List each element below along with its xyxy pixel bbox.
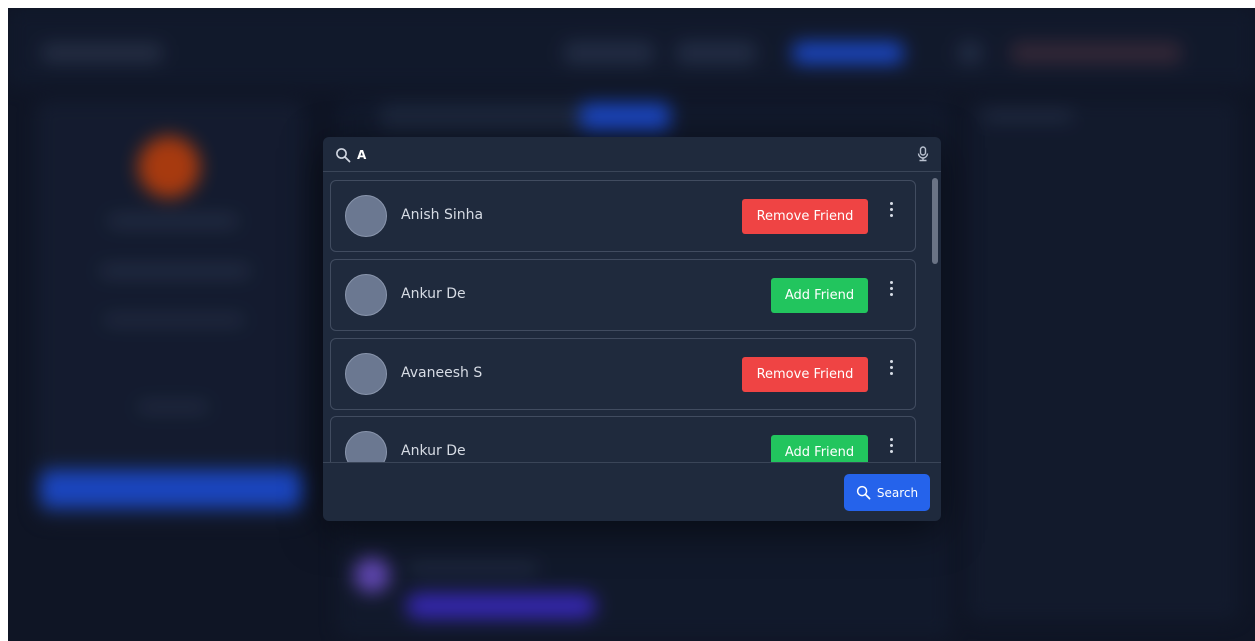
bg-nav-item xyxy=(564,42,654,64)
bg-side-button xyxy=(40,470,302,508)
user-name: Anish Sinha xyxy=(401,207,484,223)
list-item: Anish Sinha Remove Friend xyxy=(330,180,916,252)
avatar xyxy=(345,353,387,395)
bg-text-line xyxy=(108,216,238,226)
app-stage: Anish Sinha Remove Friend Ankur De Add F… xyxy=(8,8,1255,641)
bg-tab-active xyxy=(580,103,670,131)
more-options-icon[interactable] xyxy=(884,360,898,384)
search-icon xyxy=(856,485,871,500)
bg-text-line xyxy=(100,266,250,276)
list-item: Ankur De Add Friend xyxy=(330,416,916,462)
remove-friend-button[interactable]: Remove Friend xyxy=(742,199,868,234)
bg-purple-pill xyxy=(406,593,596,619)
user-name: Avaneesh S xyxy=(401,365,483,381)
avatar xyxy=(345,274,387,316)
microphone-icon[interactable] xyxy=(916,146,930,162)
bg-nav-item xyxy=(676,42,756,64)
more-options-icon[interactable] xyxy=(884,438,898,462)
user-name: Ankur De xyxy=(401,286,466,302)
results-list[interactable]: Anish Sinha Remove Friend Ankur De Add F… xyxy=(323,173,941,462)
search-bar xyxy=(323,137,941,172)
bg-profile-avatar xyxy=(138,136,200,198)
list-item: Ankur De Add Friend xyxy=(330,259,916,331)
avatar xyxy=(345,431,387,462)
list-item: Avaneesh S Remove Friend xyxy=(330,338,916,410)
scrollbar[interactable] xyxy=(932,178,938,458)
search-input[interactable] xyxy=(357,143,897,167)
user-name: Ankur De xyxy=(401,443,466,459)
search-button-label: Search xyxy=(876,485,919,500)
more-options-icon[interactable] xyxy=(884,202,898,226)
bg-right-panel xyxy=(968,100,1238,620)
bg-nav-button xyxy=(793,42,903,64)
add-friend-button[interactable]: Add Friend xyxy=(771,435,868,462)
bg-text-line xyxy=(983,112,1073,120)
bg-text-line xyxy=(138,403,208,411)
avatar xyxy=(345,195,387,237)
more-options-icon[interactable] xyxy=(884,281,898,305)
search-button[interactable]: Search xyxy=(844,474,930,511)
bg-text-line xyxy=(104,316,244,324)
search-friends-modal: Anish Sinha Remove Friend Ankur De Add F… xyxy=(323,137,941,521)
add-friend-button[interactable]: Add Friend xyxy=(771,278,868,313)
bg-profile-chip xyxy=(1011,42,1181,64)
remove-friend-button[interactable]: Remove Friend xyxy=(742,357,868,392)
bg-avatar xyxy=(354,557,390,593)
bg-logo xyxy=(42,44,162,62)
modal-footer: Search xyxy=(323,462,941,521)
search-icon xyxy=(336,148,351,163)
bg-text-line xyxy=(408,564,538,572)
bg-nav-icon xyxy=(958,42,982,64)
scrollbar-thumb[interactable] xyxy=(932,178,938,264)
